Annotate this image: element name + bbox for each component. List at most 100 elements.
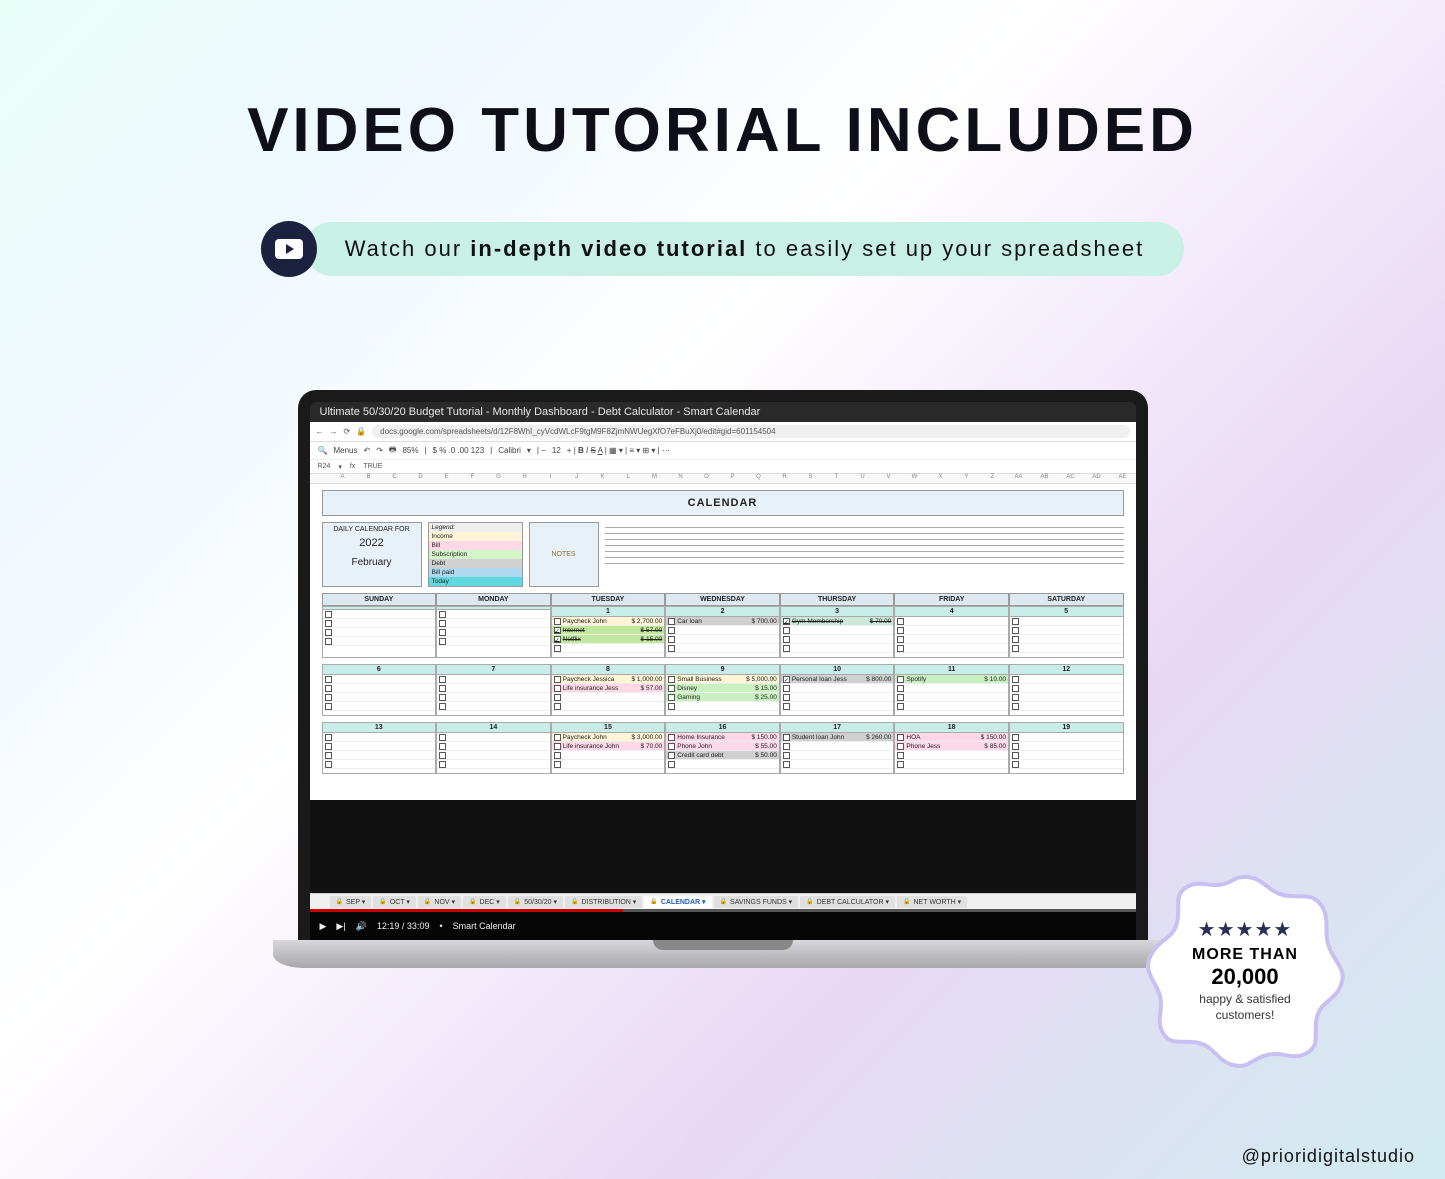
column-header[interactable]: Q [746,474,772,483]
checkbox-icon[interactable] [668,676,675,683]
sheet-tab[interactable]: 🔒SAVINGS FUNDS ▾ [714,896,799,908]
checkbox-icon[interactable] [668,694,675,701]
checkbox-icon[interactable] [325,743,332,750]
column-header[interactable]: P [720,474,746,483]
checkbox-icon[interactable] [1012,685,1019,692]
checkbox-icon[interactable] [554,734,561,741]
address-bar[interactable]: docs.google.com/spreadsheets/d/12F8WhI_c… [372,425,1129,438]
column-header[interactable]: C [382,474,408,483]
checkbox-icon[interactable] [668,752,675,759]
checkbox-icon[interactable] [325,703,332,710]
checkbox-icon[interactable] [897,685,904,692]
column-header[interactable]: X [928,474,954,483]
checkbox-icon[interactable] [325,620,332,627]
checkbox-icon[interactable] [439,694,446,701]
checkbox-icon[interactable] [554,676,561,683]
checkbox-icon[interactable] [897,636,904,643]
column-header[interactable]: Y [954,474,980,483]
name-box[interactable]: R24 [318,463,331,470]
sheet-tab[interactable]: 🔒NET WORTH ▾ [897,896,967,908]
column-header[interactable]: AD [1084,474,1110,483]
sheet-tab[interactable]: 🔒DEC ▾ [463,896,506,908]
checkbox-icon[interactable] [897,761,904,768]
checkbox-icon[interactable] [554,694,561,701]
currency-controls[interactable]: $ % .0 .00 123 [433,446,485,455]
checkbox-icon[interactable] [554,752,561,759]
column-header[interactable]: W [902,474,928,483]
checkbox-icon[interactable] [783,636,790,643]
checkbox-icon[interactable] [1012,761,1019,768]
checkbox-icon[interactable] [439,620,446,627]
checkbox-icon[interactable] [783,676,790,683]
checkbox-icon[interactable] [783,685,790,692]
column-header[interactable]: B [356,474,382,483]
checkbox-icon[interactable] [554,761,561,768]
checkbox-icon[interactable] [668,645,675,652]
checkbox-icon[interactable] [783,703,790,710]
column-header[interactable]: AA [1006,474,1032,483]
checkbox-icon[interactable] [439,685,446,692]
checkbox-icon[interactable] [1012,694,1019,701]
checkbox-icon[interactable] [897,743,904,750]
checkbox-icon[interactable] [1012,734,1019,741]
column-header[interactable]: T [824,474,850,483]
sheet-tab[interactable]: 🔒CALENDAR ▾ [644,896,711,908]
sheet-tab[interactable]: 🔒50/30/20 ▾ [508,896,563,908]
column-header[interactable]: J [564,474,590,483]
checkbox-icon[interactable] [1012,743,1019,750]
fontsize-input[interactable]: 12 [552,446,561,455]
checkbox-icon[interactable] [439,752,446,759]
column-header[interactable]: R [772,474,798,483]
checkbox-icon[interactable] [783,645,790,652]
column-header[interactable]: I [538,474,564,483]
nav-back-icon[interactable]: ← [316,427,324,436]
column-header[interactable]: F [460,474,486,483]
checkbox-icon[interactable] [897,752,904,759]
checkbox-icon[interactable] [554,627,561,634]
checkbox-icon[interactable] [439,611,446,618]
column-header[interactable]: N [668,474,694,483]
checkbox-icon[interactable] [554,685,561,692]
undo-icon[interactable]: ↶ [363,446,370,455]
checkbox-icon[interactable] [668,743,675,750]
checkbox-icon[interactable] [1012,636,1019,643]
column-header[interactable]: S [798,474,824,483]
checkbox-icon[interactable] [897,618,904,625]
checkbox-icon[interactable] [439,734,446,741]
column-header[interactable]: G [486,474,512,483]
checkbox-icon[interactable] [554,743,561,750]
checkbox-icon[interactable] [439,629,446,636]
checkbox-icon[interactable] [783,761,790,768]
next-icon[interactable]: ▶| [336,921,345,932]
column-header[interactable]: O [694,474,720,483]
checkbox-icon[interactable] [1012,618,1019,625]
sheet-tab[interactable]: 🔒DISTRIBUTION ▾ [565,896,642,908]
checkbox-icon[interactable] [1012,703,1019,710]
checkbox-icon[interactable] [668,627,675,634]
zoom-select[interactable]: 85% [402,446,418,455]
checkbox-icon[interactable] [897,694,904,701]
checkbox-icon[interactable] [897,627,904,634]
column-header[interactable]: K [590,474,616,483]
play-icon[interactable]: ▶ [320,921,327,932]
checkbox-icon[interactable] [783,752,790,759]
sheet-tab[interactable]: 🔒OCT ▾ [373,896,416,908]
checkbox-icon[interactable] [439,703,446,710]
column-header[interactable]: L [616,474,642,483]
volume-icon[interactable]: 🔊 [356,921,367,932]
column-header[interactable]: AB [1032,474,1058,483]
checkbox-icon[interactable] [897,676,904,683]
checkbox-icon[interactable] [668,618,675,625]
menus-label[interactable]: Menus [333,446,357,455]
reload-icon[interactable]: ⟳ [344,427,351,436]
font-select[interactable]: Calibri [498,446,521,455]
column-header[interactable]: AE [1110,474,1136,483]
checkbox-icon[interactable] [668,734,675,741]
column-header[interactable]: M [642,474,668,483]
checkbox-icon[interactable] [325,611,332,618]
column-header[interactable]: D [408,474,434,483]
checkbox-icon[interactable] [325,676,332,683]
checkbox-icon[interactable] [668,761,675,768]
checkbox-icon[interactable] [439,676,446,683]
checkbox-icon[interactable] [554,703,561,710]
